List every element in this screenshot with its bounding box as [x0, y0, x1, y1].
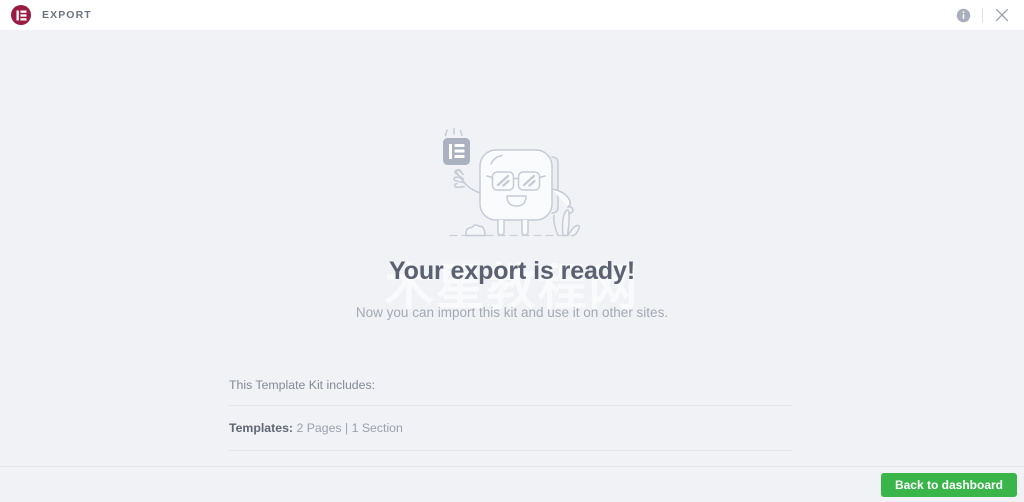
kit-includes-list: This Template Kit includes: Templates: 2… [229, 378, 792, 466]
close-icon[interactable] [990, 3, 1014, 27]
kit-row-templates-label: Templates: [229, 421, 294, 435]
kit-row-templates-value: 2 Pages | 1 Section [296, 421, 403, 435]
export-ready-mascot-illustration [432, 127, 592, 239]
elementor-logo-icon[interactable] [11, 5, 31, 25]
info-icon[interactable] [951, 3, 975, 27]
export-ready-subheading: Now you can import this kit and use it o… [355, 305, 669, 320]
back-to-dashboard-button[interactable]: Back to dashboard [880, 472, 1017, 497]
kit-row-templates: Templates: 2 Pages | 1 Section [229, 406, 792, 451]
dialog-footer: Back to dashboard [0, 466, 1024, 502]
page-title: EXPORT [42, 9, 92, 21]
export-ready-dialog: EXPORT 木星教程网 Your export is ready! Now y… [0, 0, 1024, 502]
content-wrapper: Your export is ready! Now you can import… [0, 30, 1024, 320]
export-ready-heading: Your export is ready! [388, 257, 636, 285]
app-header: EXPORT [0, 0, 1024, 30]
kit-row-site-settings: Site Settings: Global Colors | Global Fo… [229, 451, 792, 467]
header-divider [982, 8, 983, 22]
dialog-body: 木星教程网 Your export is ready! Now you can … [0, 30, 1024, 466]
kit-includes-title: This Template Kit includes: [229, 378, 792, 406]
